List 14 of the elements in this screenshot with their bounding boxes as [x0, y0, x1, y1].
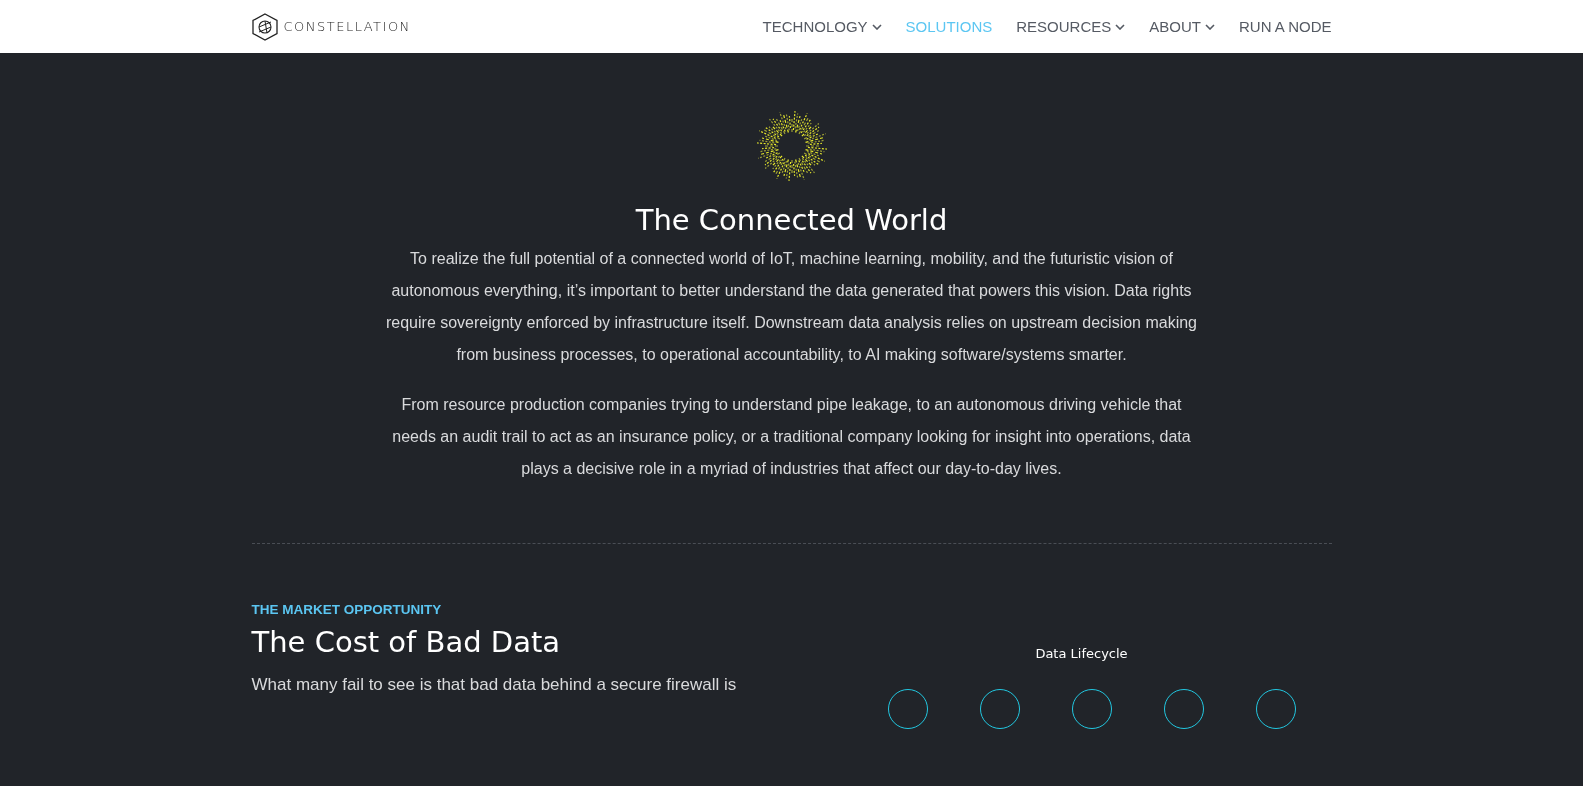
hexagon-logo-icon — [251, 12, 278, 41]
sunburst-icon — [754, 109, 829, 183]
nav-link[interactable]: RESOURCES — [1016, 18, 1126, 35]
intro-paragraph: To realize the full potential of a connected world of IoT, machine learning, mobility, and the futuristic vision of autonomous everything, it’s important to better understand the data generated that powers this vision. Data rights require sovereignty enforced by infrastructure itself. Downstream data analysis relies on upstream decision making from business processes, to operational accountability, to AI making software/systems smarter. — [384, 249, 1198, 365]
section-title: The Cost of Bad Data — [251, 625, 562, 659]
diagram-title: Data Lifecycle — [1035, 646, 1128, 661]
nav-link[interactable]: TECHNOLOGY — [762, 18, 882, 35]
section-eyebrow: THE MARKET OPPORTUNITY — [251, 602, 443, 617]
logo-text[interactable]: CONSTELLATION — [283, 19, 411, 34]
body-text: What many fail to see is that bad data behind a secure firewall is — [251, 675, 738, 695]
nav-link[interactable]: ABOUT — [1149, 18, 1215, 35]
section-title: The Connected World — [635, 203, 948, 237]
nav-link[interactable]: RUN A NODE — [1238, 18, 1332, 35]
intro-paragraph: From resource production companies trying to understand pipe leakage, to an autonomous driving vehicle that needs an audit trail to act as an insurance policy, or a traditional company looking for insight into operations, data plays a decisive role in a myriad of industries that affect our day-to-day lives. — [391, 395, 1192, 479]
